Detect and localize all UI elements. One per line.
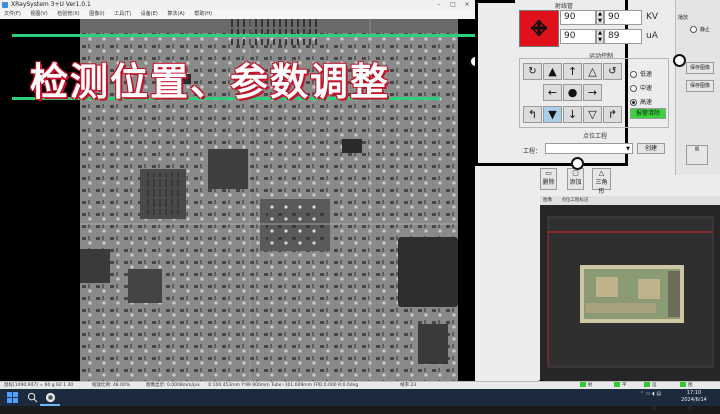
save-image-button-1[interactable]: 保存图像	[686, 62, 714, 74]
menu-tools[interactable]: 工具(T)	[114, 11, 131, 17]
menu-xray[interactable]: 检验管(X)	[57, 11, 79, 17]
side-tool-button[interactable]: ▥	[686, 145, 708, 165]
tab-point-marks[interactable]: 点位工程标记	[561, 198, 588, 203]
minimize-button[interactable]: –	[432, 0, 446, 10]
save-image-button-2[interactable]: 保存图像	[686, 80, 714, 92]
tube-group-title: 射线管	[555, 3, 574, 10]
radiation-icon	[530, 19, 548, 37]
camera-tabbar: 图像 点位工程标记	[540, 196, 720, 205]
kv-setpoint-field[interactable]: 90	[604, 10, 642, 25]
search-icon[interactable]	[26, 392, 39, 403]
windows-taskbar: ⌃ ▭ ◖ ▤ 17:10 2024/6/14	[0, 389, 720, 406]
kv-unit: KV	[646, 12, 659, 22]
close-button[interactable]: ×	[460, 0, 474, 10]
menu-view[interactable]: 视图(V)	[30, 11, 47, 17]
xray-status-indicator	[519, 10, 559, 47]
add-point-button[interactable]: ▢ 添加	[567, 168, 584, 190]
app-taskbar-icon[interactable]	[44, 392, 57, 403]
still-radio[interactable]: 静止	[690, 26, 710, 33]
right-edge-label-0: 播放	[678, 15, 689, 21]
maximize-button[interactable]: □	[446, 0, 460, 10]
title-stripe-top	[12, 34, 490, 37]
fpd-up-button[interactable]: △	[583, 63, 602, 80]
window-title: XRaySystem 3+U Ver1.0.1	[11, 1, 91, 8]
menu-image[interactable]: 图像(I)	[89, 11, 104, 17]
create-button[interactable]: 创建	[637, 143, 665, 154]
move-down-button[interactable]: ↓	[563, 106, 582, 123]
tray-clock[interactable]: 17:10 2024/6/14	[677, 390, 711, 404]
ua-readback-field: 90	[560, 29, 596, 44]
windows-start-icon[interactable]	[6, 392, 19, 403]
menu-algo[interactable]: 算法(A)	[167, 11, 184, 17]
stop-button[interactable]: ●	[563, 84, 582, 101]
app-logo-icon	[2, 2, 8, 8]
delete-point-button[interactable]: ▭ 删除	[540, 168, 557, 190]
speed-low-radio[interactable]: 低速	[630, 69, 652, 78]
camera-view	[540, 205, 720, 381]
annotation-dot-3	[571, 157, 584, 170]
kv-spinner[interactable]: ▲ ▼	[596, 10, 604, 25]
fpd-down-button[interactable]: ▽	[583, 106, 602, 123]
tray-icons: ⌃ ▭ ◖ ▤	[640, 391, 662, 397]
speed-high-radio[interactable]: 高速	[630, 97, 652, 106]
xray-viewport[interactable]: 检测位置、参数调整	[0, 19, 540, 381]
triangle-point-button[interactable]: △ 三角形	[592, 168, 611, 195]
move-left-button[interactable]: ←	[543, 84, 562, 101]
menu-file[interactable]: 文件(F)	[4, 11, 21, 17]
move-up-button[interactable]: ↑	[563, 63, 582, 80]
menu-help[interactable]: 帮助(H)	[194, 11, 212, 17]
tilt-right-button[interactable]: ↱	[603, 106, 622, 123]
tube-down-button[interactable]: ▼	[543, 106, 562, 123]
tilt-left-button[interactable]: ↰	[523, 106, 542, 123]
kv-readback-field: 90	[560, 10, 596, 25]
highlight-frame-left	[475, 0, 478, 166]
ua-unit: uA	[646, 31, 658, 41]
video-overlay-title: 检测位置、参数调整	[30, 60, 391, 104]
rotate-cw-button[interactable]: ↺	[603, 63, 622, 80]
ua-spinner[interactable]: ▲ ▼	[596, 29, 604, 44]
project-label: 工程：	[523, 148, 542, 155]
speed-mid-radio[interactable]: 中速	[630, 83, 652, 92]
rotate-ccw-button[interactable]: ↻	[523, 63, 542, 80]
menu-device[interactable]: 设备(E)	[141, 11, 158, 17]
highlight-frame-bottom	[475, 163, 625, 166]
ua-setpoint-field[interactable]: 89	[604, 29, 642, 44]
annotation-dot-2	[673, 54, 686, 67]
tube-up-button[interactable]: ▲	[543, 63, 562, 80]
point-group-title: 点位工程	[583, 133, 608, 140]
chevron-down-icon: ▼	[626, 146, 630, 152]
camera-image	[540, 205, 720, 381]
highlight-frame-top	[475, 0, 515, 3]
move-right-button[interactable]: →	[583, 84, 602, 101]
project-select[interactable]: ▼	[545, 143, 633, 154]
alarm-clear-button[interactable]: 报警清除	[630, 108, 666, 119]
tab-image[interactable]: 图像	[543, 198, 552, 203]
